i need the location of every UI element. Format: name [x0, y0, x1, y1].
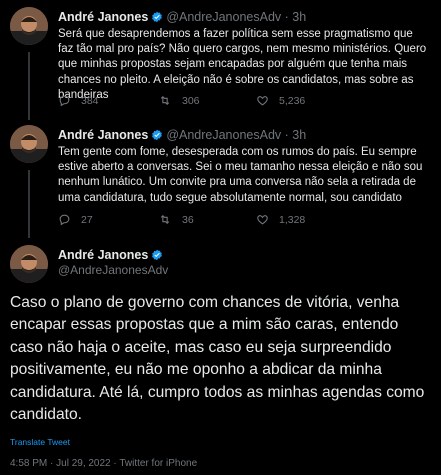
author-handle[interactable]: @AndreJanonesAdv [58, 263, 168, 277]
like-button[interactable]: 1,328 [256, 213, 305, 226]
avatar[interactable] [10, 125, 48, 163]
translate-tweet-link[interactable]: Translate Tweet [10, 437, 70, 447]
like-icon [257, 96, 268, 106]
reply-button[interactable]: 27 [58, 213, 93, 226]
tweet-text: Tem gente com fome, desesperada com os r… [58, 146, 423, 204]
reply-button[interactable]: 384 [58, 94, 99, 107]
tweet-time[interactable]: 3h [292, 10, 306, 24]
separator: · [284, 10, 289, 24]
author-name[interactable]: André Janones [58, 248, 148, 262]
reply-icon [59, 214, 70, 226]
tweet[interactable]: André Janones @AndreJanonesAdv · 3h Será … [0, 0, 441, 118]
avatar[interactable] [10, 7, 48, 45]
retweet-icon [160, 214, 170, 225]
author-name[interactable]: André Janones [58, 128, 148, 142]
tweet-header: André Janones @AndreJanonesAdv · 3h [58, 9, 431, 27]
reply-count: 27 [81, 213, 93, 226]
retweet-count: 36 [182, 213, 194, 226]
tweet-text: Será que desaprendemos a fazer política … [58, 28, 427, 101]
reply-icon [59, 95, 70, 107]
tweet-metadata[interactable]: 4:58 PM · Jul 29, 2022 · Twitter for iPh… [10, 458, 197, 469]
retweet-button[interactable]: 306 [158, 94, 200, 107]
tweet-header: André Janones @AndreJanonesAdv · 3h [58, 127, 431, 145]
verified-badge-icon [151, 129, 163, 145]
tweet[interactable]: André Janones @AndreJanonesAdv · 3h Tem g… [0, 118, 441, 238]
retweet-button[interactable]: 36 [158, 213, 194, 226]
tweet-text: Caso o plano de governo com chances de v… [10, 294, 425, 424]
retweet-icon [160, 95, 170, 106]
tweet-actions: 27 36 1,328 [58, 213, 431, 229]
author-handle[interactable]: @AndreJanonesAdv [166, 128, 281, 142]
author-handle[interactable]: @AndreJanonesAdv [166, 10, 281, 24]
verified-badge-icon [151, 11, 163, 27]
focused-tweet: André Janones @AndreJanonesAdv Caso o pl… [0, 238, 441, 475]
like-count: 1,328 [279, 213, 306, 226]
tweet-thread: André Janones @AndreJanonesAdv · 3h Será … [0, 0, 441, 475]
avatar[interactable] [10, 245, 48, 283]
tweet-time[interactable]: 3h [292, 128, 306, 142]
tweet-actions: 384 306 5,236 [58, 94, 431, 110]
like-icon [257, 215, 268, 225]
author-name[interactable]: André Janones [58, 10, 148, 24]
reply-count: 384 [81, 94, 99, 107]
like-count: 5,236 [279, 94, 306, 107]
like-button[interactable]: 5,236 [256, 94, 305, 107]
separator: · [284, 128, 289, 142]
retweet-count: 306 [182, 94, 200, 107]
